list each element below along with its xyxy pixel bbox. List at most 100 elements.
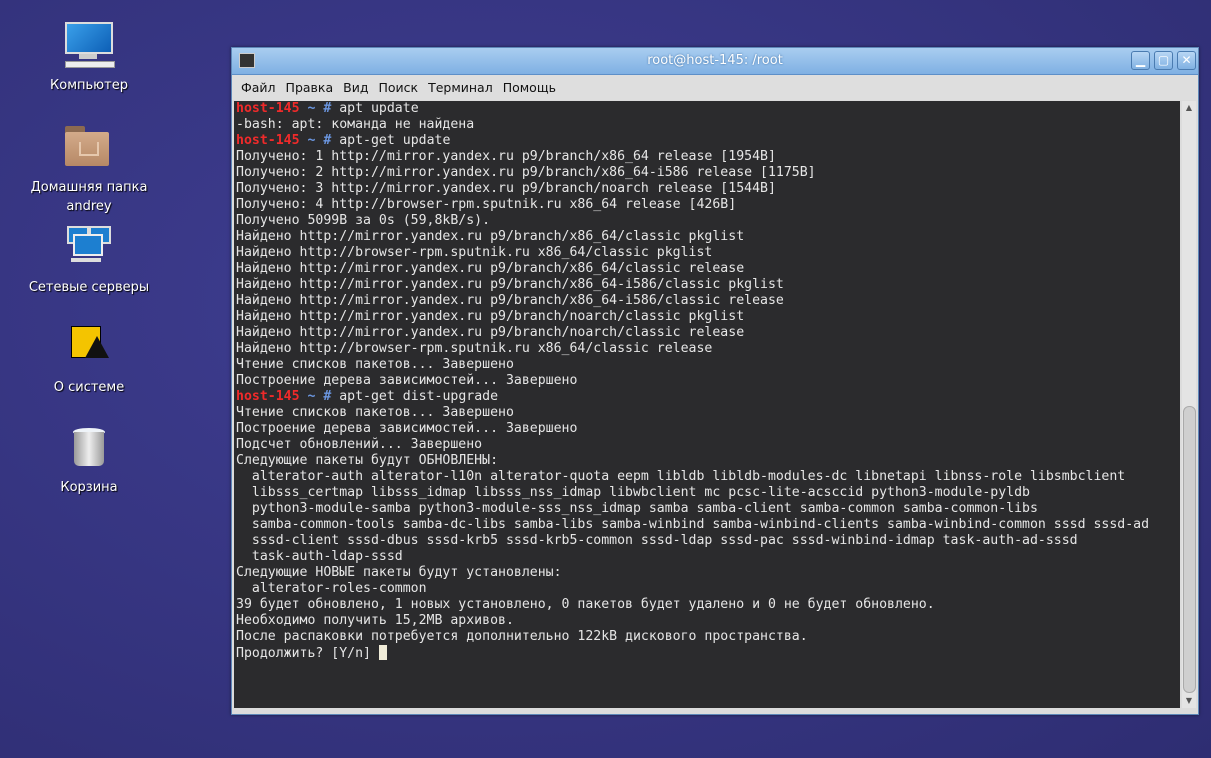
output-line: Необходимо получить 15,2MB архивов. [236, 613, 1180, 629]
output-line: libsss_certmap libsss_idmap libsss_nss_i… [236, 485, 1180, 501]
home-folder-icon [63, 122, 115, 174]
terminal-lines: host-145 ~ # apt update -bash: apt: коман… [234, 101, 1180, 662]
prompt-symbol: ~ # [299, 389, 340, 404]
computer-icon [63, 20, 115, 72]
output-line: Найдено http://mirror.yandex.ru p9/branc… [236, 277, 1180, 293]
menu-bar: Файл Правка Вид Поиск Терминал Помощь [232, 75, 1198, 100]
command-text: apt-get dist-upgrade [339, 389, 499, 404]
network-servers-icon [63, 222, 115, 274]
desktop-icon-label: О системе [53, 380, 125, 395]
prompt-line: host-145 ~ # apt-get dist-upgrade [236, 389, 1180, 405]
desktop-icon-trash[interactable]: Корзина [19, 422, 159, 497]
output-line: task-auth-ldap-sssd [236, 549, 1180, 565]
line-text: alterator-auth alterator-l10n alterator-… [236, 469, 1126, 484]
line-text: Чтение списков пакетов... Завершено [236, 405, 514, 420]
close-button[interactable]: ✕ [1177, 51, 1196, 70]
desktop-icon-label: Домашняя папка andrey [30, 180, 148, 214]
output-line: sssd-client sssd-dbus sssd-krb5 sssd-krb… [236, 533, 1180, 549]
output-line: Чтение списков пакетов... Завершено [236, 405, 1180, 421]
output-line: Продолжить? [Y/n] [236, 645, 1180, 662]
line-text: 39 будет обновлено, 1 новых установлено,… [236, 597, 935, 612]
prompt-line: host-145 ~ # apt-get update [236, 133, 1180, 149]
output-line: -bash: apt: команда не найдена [236, 117, 1180, 133]
desktop-icon-network[interactable]: Сетевые серверы [19, 222, 159, 297]
line-text: python3-module-samba python3-module-sss_… [236, 501, 1038, 516]
output-line: Получено: 3 http://mirror.yandex.ru p9/b… [236, 181, 1180, 197]
prompt-host: host-145 [236, 101, 300, 116]
title-bar[interactable]: root@host-145: /root ▁ ▢ ✕ [232, 48, 1198, 75]
output-line: Следующие НОВЫЕ пакеты будут установлены… [236, 565, 1180, 581]
line-text: Построение дерева зависимостей... Заверш… [236, 373, 578, 388]
output-line: Найдено http://browser-rpm.sputnik.ru x8… [236, 341, 1180, 357]
line-text: Получено: 2 http://mirror.yandex.ru p9/b… [236, 165, 816, 180]
basealt-logo-icon [63, 322, 115, 374]
line-text: Продолжить? [Y/n] [236, 646, 379, 661]
desktop-icon-label: Сетевые серверы [28, 280, 150, 295]
text-cursor [378, 645, 387, 660]
command-text: apt-get update [339, 133, 451, 148]
line-text: samba-common-tools samba-dc-libs samba-l… [236, 517, 1150, 532]
output-line: Получено: 1 http://mirror.yandex.ru p9/b… [236, 149, 1180, 165]
line-text: Найдено http://mirror.yandex.ru p9/branc… [236, 277, 784, 292]
window-title: root@host-145: /root [647, 53, 783, 68]
line-text: После распаковки потребуется дополнитель… [236, 629, 808, 644]
line-text: Следующие пакеты будут ОБНОВЛЕНЫ: [236, 453, 499, 468]
output-line: Найдено http://mirror.yandex.ru p9/branc… [236, 325, 1180, 341]
line-text: Найдено http://mirror.yandex.ru p9/branc… [236, 309, 745, 324]
vertical-scrollbar[interactable]: ▲ ▼ [1182, 101, 1196, 708]
line-text: -bash: apt: команда не найдена [236, 117, 475, 132]
desktop-icon-home[interactable]: Домашняя папка andrey [19, 122, 159, 216]
desktop-icon-label: Компьютер [50, 78, 128, 93]
line-text: alterator-roles-common [236, 581, 427, 596]
menu-help[interactable]: Помощь [498, 80, 561, 95]
prompt-line: host-145 ~ # apt update [236, 101, 1180, 117]
prompt-symbol: ~ # [299, 101, 340, 116]
line-text: Необходимо получить 15,2MB архивов. [236, 613, 514, 628]
minimize-button[interactable]: ▁ [1131, 51, 1150, 70]
output-line: После распаковки потребуется дополнитель… [236, 629, 1180, 645]
output-line: 39 будет обновлено, 1 новых установлено,… [236, 597, 1180, 613]
output-line: Построение дерева зависимостей... Заверш… [236, 421, 1180, 437]
command-text: apt update [339, 101, 419, 116]
line-text: Получено 5099B за 0s (59,8kB/s). [236, 213, 491, 228]
output-line: Найдено http://mirror.yandex.ru p9/branc… [236, 293, 1180, 309]
menu-search[interactable]: Поиск [373, 80, 423, 95]
desktop-icon-about[interactable]: О системе [19, 322, 159, 397]
line-text: Найдено http://mirror.yandex.ru p9/branc… [236, 229, 745, 244]
line-text: Получено: 1 http://mirror.yandex.ru p9/b… [236, 149, 776, 164]
scrollbar-thumb[interactable] [1183, 406, 1196, 693]
output-line: Найдено http://mirror.yandex.ru p9/branc… [236, 309, 1180, 325]
line-text: libsss_certmap libsss_idmap libsss_nss_i… [236, 485, 1030, 500]
scroll-up-arrow-icon[interactable]: ▲ [1182, 101, 1196, 115]
output-line: Чтение списков пакетов... Завершено [236, 357, 1180, 373]
terminal-output[interactable]: host-145 ~ # apt update -bash: apt: коман… [234, 101, 1180, 708]
menu-terminal[interactable]: Терминал [423, 80, 498, 95]
line-text: sssd-client sssd-dbus sssd-krb5 sssd-krb… [236, 533, 1078, 548]
desktop-icon-computer[interactable]: Компьютер [19, 20, 159, 95]
output-line: Подсчет обновлений... Завершено [236, 437, 1180, 453]
line-text: Чтение списков пакетов... Завершено [236, 357, 514, 372]
line-text: Найдено http://browser-rpm.sputnik.ru x8… [236, 341, 713, 356]
menu-file[interactable]: Файл [236, 80, 281, 95]
line-text: task-auth-ldap-sssd [236, 549, 403, 564]
menu-edit[interactable]: Правка [281, 80, 339, 95]
maximize-button[interactable]: ▢ [1154, 51, 1173, 70]
line-text: Найдено http://mirror.yandex.ru p9/branc… [236, 293, 784, 308]
scroll-down-arrow-icon[interactable]: ▼ [1182, 694, 1196, 708]
output-line: alterator-roles-common [236, 581, 1180, 597]
desktop-icon-label: Корзина [60, 480, 118, 495]
output-line: Найдено http://browser-rpm.sputnik.ru x8… [236, 245, 1180, 261]
output-line: Следующие пакеты будут ОБНОВЛЕНЫ: [236, 453, 1180, 469]
output-line: Построение дерева зависимостей... Заверш… [236, 373, 1180, 389]
line-text: Найдено http://mirror.yandex.ru p9/branc… [236, 261, 745, 276]
line-text: Найдено http://mirror.yandex.ru p9/branc… [236, 325, 745, 340]
line-text: Следующие НОВЫЕ пакеты будут установлены… [236, 565, 562, 580]
output-line: Получено: 4 http://browser-rpm.sputnik.r… [236, 197, 1180, 213]
prompt-host: host-145 [236, 133, 300, 148]
line-text: Найдено http://browser-rpm.sputnik.ru x8… [236, 245, 713, 260]
menu-view[interactable]: Вид [338, 80, 373, 95]
prompt-host: host-145 [236, 389, 300, 404]
output-line: python3-module-samba python3-module-sss_… [236, 501, 1180, 517]
output-line: Найдено http://mirror.yandex.ru p9/branc… [236, 261, 1180, 277]
trash-icon [63, 422, 115, 474]
